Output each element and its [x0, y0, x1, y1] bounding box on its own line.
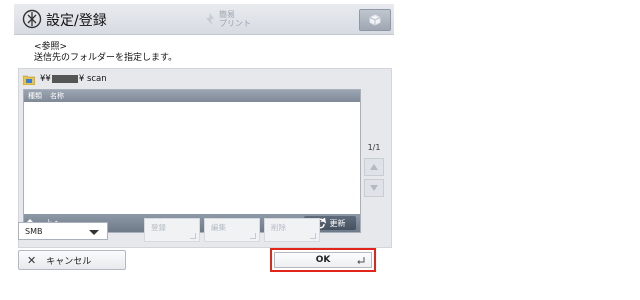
protocol-value: SMB — [25, 227, 43, 236]
redacted-host — [51, 75, 78, 83]
delete-button[interactable]: 削除 — [264, 218, 320, 242]
cube-button[interactable] — [359, 9, 391, 31]
dropdown-caret-icon — [89, 230, 99, 235]
triangle-down-icon — [370, 185, 378, 191]
folder-icon — [23, 75, 35, 85]
enter-corner-icon — [190, 233, 196, 239]
column-name: 名称 — [50, 92, 64, 100]
settings-screen: 設定/登録 簡易 プリント <参照> 送信先のフォルダーを指定します。 ¥¥ ¥ — [14, 4, 394, 286]
edit-label: 編集 — [211, 223, 226, 232]
page-down-button[interactable] — [364, 179, 384, 197]
enter-corner-icon — [250, 233, 256, 239]
cube-icon — [369, 14, 381, 26]
enter-icon — [357, 257, 365, 264]
ok-label: OK — [315, 255, 331, 265]
ok-button[interactable]: OK — [274, 252, 372, 268]
path-prefix: ¥¥ — [40, 74, 51, 84]
page-up-button[interactable] — [364, 158, 384, 176]
print-icon — [206, 13, 214, 25]
header-bar: 設定/登録 簡易 プリント — [14, 4, 394, 35]
register-label: 登録 — [151, 223, 166, 232]
cancel-button[interactable]: ✕ キャンセル — [18, 250, 126, 270]
folder-list[interactable]: 種類名称 上へ 更新 — [23, 89, 361, 233]
triangle-up-icon — [370, 164, 378, 170]
page-title: 設定/登録 — [46, 13, 107, 29]
cancel-label: キャンセル — [46, 256, 92, 267]
instruction-heading: <参照> — [34, 42, 68, 52]
path-suffix: ¥ scan — [78, 74, 107, 84]
enter-corner-icon — [310, 233, 316, 239]
instruction-body: 送信先のフォルダーを指定します。 — [34, 53, 178, 63]
settings-register-icon[interactable] — [22, 9, 42, 29]
list-header: 種類 名称 — [24, 90, 360, 102]
action-row: SMB 登録 編集 削除 — [18, 218, 378, 244]
ok-button-highlight: OK — [270, 248, 376, 272]
register-button[interactable]: 登録 — [144, 218, 200, 242]
current-path: ¥¥ ¥ scan — [23, 72, 107, 86]
delete-label: 削除 — [271, 223, 286, 232]
edit-button[interactable]: 編集 — [204, 218, 260, 242]
close-icon: ✕ — [27, 253, 37, 267]
pager: 1/1 — [363, 141, 385, 197]
quick-print-label: 簡易 プリント — [219, 10, 251, 28]
instruction-text: <参照> 送信先のフォルダーを指定します。 — [34, 42, 177, 64]
column-type: 種類 — [28, 92, 42, 100]
page-indicator: 1/1 — [367, 143, 381, 152]
quick-print-button[interactable]: 簡易 プリント — [204, 9, 260, 29]
protocol-select[interactable]: SMB — [18, 222, 108, 240]
